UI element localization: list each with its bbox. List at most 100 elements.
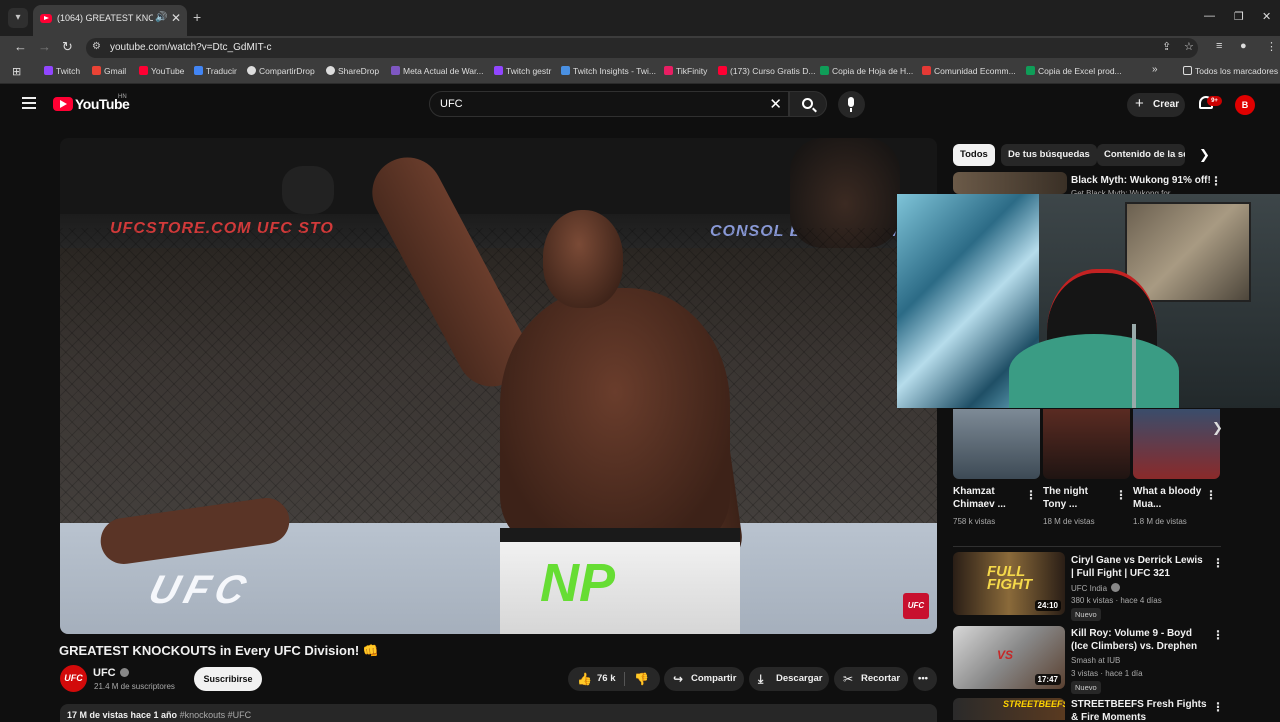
more-options-icon[interactable]: ⋮ — [1212, 556, 1224, 570]
description-box[interactable]: 17 M de vistas hace 1 año #knockouts #UF… — [60, 704, 937, 722]
share-icon: ↪ — [673, 672, 684, 686]
close-window-icon[interactable]: ✕ — [1262, 10, 1271, 23]
install-app-icon[interactable]: ⇪ — [1162, 40, 1171, 53]
short-title[interactable]: The night Tony ... — [1043, 485, 1113, 511]
account-avatar[interactable]: B — [1235, 95, 1255, 115]
site-info-icon[interactable]: ⚙ — [92, 41, 101, 52]
chip-contenido-serie[interactable]: Contenido de la ser — [1097, 144, 1185, 166]
video-title[interactable]: Ciryl Gane vs Derrick Lewis | Full Fight… — [1071, 554, 1206, 580]
bookmark-item[interactable]: Copia de Hoja de H... — [820, 66, 913, 76]
chip-todos[interactable]: Todos — [953, 144, 995, 166]
video-thumbnail[interactable]: STREETBEEFS — [953, 698, 1065, 720]
more-options-icon[interactable]: ⋮ — [1212, 628, 1224, 642]
search-input[interactable]: UFC — [440, 98, 463, 110]
thumbnail-text: STREETBEEFS — [1003, 699, 1065, 709]
browser-tab-active[interactable]: (1064) GREATEST KNOCKOU 🔊 ✕ — [33, 5, 187, 36]
channel-avatar[interactable]: UFC — [60, 665, 87, 692]
bookmark-item[interactable]: TikFinity — [664, 66, 707, 76]
close-tab-icon[interactable]: ✕ — [171, 11, 181, 25]
subscribe-button[interactable]: Suscribirse — [194, 667, 262, 691]
create-button[interactable]: + Crear — [1127, 93, 1185, 117]
like-count[interactable]: 76 k — [597, 667, 616, 691]
channel-name[interactable]: UFC — [93, 667, 129, 679]
tab-search-dropdown-icon[interactable]: ▾ — [8, 8, 28, 28]
hashtags[interactable]: #knockouts #UFC — [180, 710, 252, 720]
new-badge: Nuevo — [1071, 681, 1101, 694]
clear-search-icon[interactable]: ✕ — [769, 95, 782, 113]
video-channel[interactable]: UFC India — [1071, 583, 1121, 593]
bookmark-favicon-icon — [194, 66, 203, 75]
new-tab-icon[interactable]: + — [193, 9, 201, 25]
short-thumbnail[interactable] — [953, 409, 1040, 479]
bookmark-item[interactable]: YouTube — [139, 66, 184, 76]
bookmark-item[interactable]: Gmail — [92, 66, 126, 76]
shorts-next-icon[interactable]: ❯ — [1212, 420, 1223, 436]
reload-icon[interactable]: ↻ — [62, 39, 73, 55]
bookmarks-bar: ⊞ Twitch Gmail YouTube Traducir Comparti… — [0, 60, 1280, 84]
short-title[interactable]: Khamzat Chimaev ... — [953, 485, 1023, 511]
more-options-icon[interactable]: ⋮ — [1210, 174, 1222, 188]
chevron-right-icon[interactable]: ❯ — [1199, 147, 1210, 163]
more-options-icon[interactable]: ⋮ — [1025, 488, 1037, 502]
bookmark-item[interactable]: ShareDrop — [326, 66, 379, 76]
bookmark-item[interactable]: Twitch gestr — [494, 66, 551, 76]
more-bookmarks-icon[interactable]: » — [1152, 64, 1158, 75]
share-button[interactable]: ↪ Compartir — [664, 667, 744, 691]
video-title[interactable]: STREETBEEFS Fresh Fights & Fire Moments — [1071, 698, 1211, 720]
short-title[interactable]: What a bloody Mua... — [1133, 485, 1203, 511]
bookmark-item[interactable]: Copia de Excel prod... — [1026, 66, 1122, 76]
video-title[interactable]: Kill Roy: Volume 9 - Boyd (Ice Climbers)… — [1071, 627, 1211, 653]
shorts-logo: NP — [540, 553, 616, 613]
like-button-icon[interactable]: 👍 — [577, 667, 592, 691]
short-thumbnail[interactable] — [1043, 409, 1130, 479]
bookmark-item[interactable]: Meta Actual de War... — [391, 66, 483, 76]
bookmark-item[interactable]: Comunidad Ecomm... — [922, 66, 1016, 76]
search-box[interactable]: UFC ✕ — [429, 91, 789, 117]
audio-playing-icon[interactable]: 🔊 — [155, 12, 167, 23]
more-options-icon[interactable]: ⋮ — [1212, 700, 1224, 714]
media-control-icon[interactable]: ≡ — [1216, 40, 1222, 52]
short-thumbnail[interactable] — [1133, 409, 1220, 479]
bookmark-item[interactable]: CompartirDrop — [247, 66, 315, 76]
minimize-window-icon[interactable]: — — [1204, 10, 1215, 22]
youtube-logo-icon[interactable] — [53, 97, 73, 111]
hamburger-menu-icon[interactable] — [22, 97, 36, 109]
mat-logo: UFC — [144, 568, 257, 612]
all-bookmarks-folder[interactable]: Todos los marcadores — [1183, 66, 1278, 76]
video-player[interactable]: UFCSTORE.COM UFC STO CONSOL ENERGY CEN U… — [60, 138, 937, 634]
more-actions-button[interactable]: ••• — [913, 667, 937, 691]
profile-icon[interactable]: ● — [1240, 40, 1247, 52]
more-options-icon[interactable]: ⋮ — [1115, 488, 1127, 502]
more-options-icon[interactable]: ⋮ — [1205, 488, 1217, 502]
chip-de-tus-busquedas[interactable]: De tus búsquedas — [1001, 144, 1097, 166]
streamer-webcam-overlay — [897, 194, 1280, 408]
bookmark-item[interactable]: (173) Curso Gratis D... — [718, 66, 816, 76]
video-channel[interactable]: Smash at IUB — [1071, 656, 1120, 665]
video-thumbnail[interactable]: VS 17:47 — [953, 626, 1065, 689]
download-button[interactable]: ⤓ Descargar — [749, 667, 829, 691]
address-bar[interactable]: ⚙ youtube.com/watch?v=Dtc_GdMIT-c — [86, 38, 1198, 58]
address-bar-url: youtube.com/watch?v=Dtc_GdMIT-c — [110, 42, 272, 53]
clip-button[interactable]: ✂ Recortar — [834, 667, 908, 691]
apps-grid-icon[interactable]: ⊞ — [12, 65, 21, 78]
bookmark-item[interactable]: Twitch Insights - Twi... — [561, 66, 656, 76]
ad-title[interactable]: Black Myth: Wukong 91% off! — [1071, 174, 1211, 187]
back-icon[interactable]: ← — [14, 39, 27, 54]
verified-icon — [119, 668, 129, 677]
bookmark-favicon-icon — [718, 66, 727, 75]
bookmark-item[interactable]: Twitch — [44, 66, 80, 76]
forward-icon[interactable]: → — [38, 39, 51, 54]
dislike-button-icon[interactable]: 👎 — [634, 667, 649, 691]
search-button[interactable] — [789, 91, 827, 117]
browser-menu-icon[interactable]: ⋮ — [1266, 40, 1277, 53]
restore-window-icon[interactable]: ❐ — [1234, 10, 1244, 23]
ad-thumbnail[interactable] — [953, 172, 1067, 194]
divider — [624, 672, 625, 686]
bookmark-item[interactable]: Traducir — [194, 66, 237, 76]
video-thumbnail[interactable]: FULL FIGHT 24:10 — [953, 552, 1065, 615]
video-title-main: GREATEST KNOCKOUTS in Every UFC Division… — [59, 643, 380, 658]
voice-search-mic-icon[interactable] — [838, 91, 865, 118]
bookmark-star-icon[interactable]: ☆ — [1184, 40, 1194, 53]
video-duration: 24:10 — [1034, 600, 1061, 611]
divider — [953, 546, 1221, 547]
